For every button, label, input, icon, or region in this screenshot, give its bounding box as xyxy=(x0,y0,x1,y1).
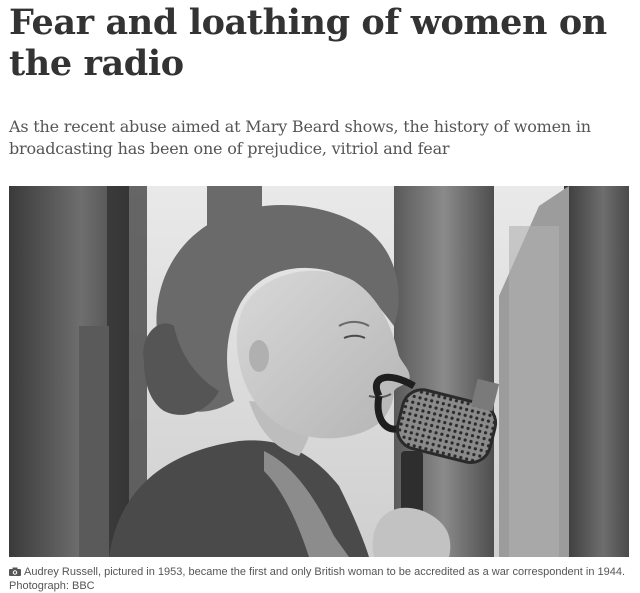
photo-illustration xyxy=(9,186,629,557)
article-photo xyxy=(9,186,629,557)
headline: Fear and loathing of women on the radio xyxy=(9,2,607,84)
camera-icon xyxy=(9,567,21,576)
photo-caption: Audrey Russell, pictured in 1953, became… xyxy=(9,565,634,593)
standfirst: As the recent abuse aimed at Mary Beard … xyxy=(9,117,591,158)
caption-text: Audrey Russell, pictured in 1953, became… xyxy=(24,566,626,578)
photo-credit: Photograph: BBC xyxy=(9,580,95,592)
article: Fear and loathing of women on the radio … xyxy=(0,0,640,593)
